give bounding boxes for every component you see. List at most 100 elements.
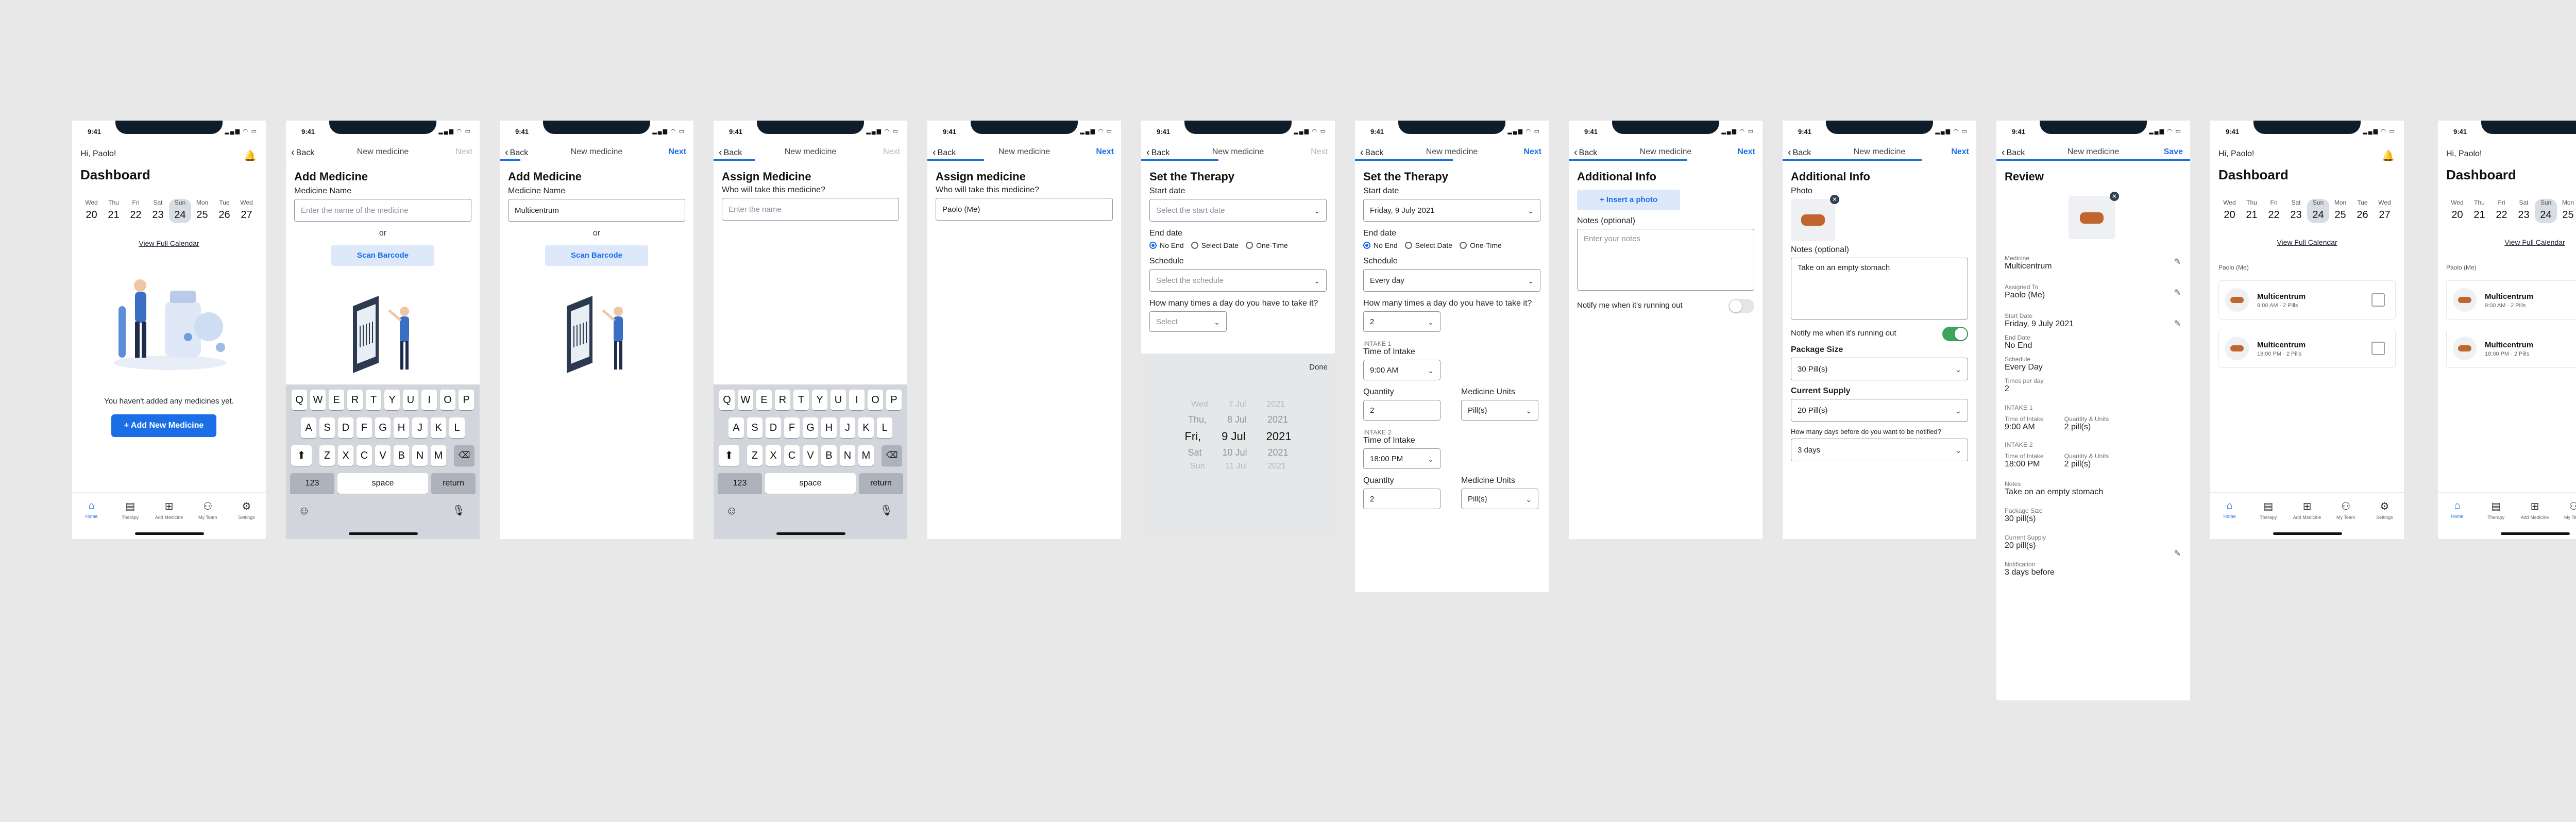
delete-key[interactable]: ⌫ xyxy=(882,445,902,466)
day-cell[interactable]: Fri 22 xyxy=(2490,199,2513,223)
day-cell[interactable]: Wed 20 xyxy=(2446,199,2468,223)
schedule-select[interactable]: Every day ⌄ xyxy=(1363,269,1540,292)
delete-key[interactable]: ⌫ xyxy=(454,445,474,466)
medicine-card[interactable]: Multicentrum 9:00 AM · 2 Pills xyxy=(2218,280,2396,320)
key[interactable]: K xyxy=(858,417,874,438)
day-cell[interactable]: Thu 21 xyxy=(103,199,125,223)
tab-home[interactable]: ⌂ Home xyxy=(2210,500,2249,520)
tab-home[interactable]: ⌂ Home xyxy=(2438,500,2477,520)
current-supply-select[interactable]: 20 Pill(s) ⌄ xyxy=(1791,399,1968,422)
key[interactable]: G xyxy=(375,417,391,438)
numbers-key[interactable]: 123 xyxy=(718,473,762,494)
next-button[interactable]: Next xyxy=(883,147,900,157)
tab-settings[interactable]: ⚙ Settings xyxy=(227,500,266,520)
assignee-input[interactable]: Paolo (Me) xyxy=(936,198,1113,221)
day-cell-selected[interactable]: Sun 24 xyxy=(169,199,191,223)
space-key[interactable]: space xyxy=(765,473,856,494)
tab-add-medicine[interactable]: ⊞ Add Medicine xyxy=(2287,500,2326,520)
radio-select-date[interactable]: Select Date xyxy=(1404,241,1452,249)
key[interactable]: O xyxy=(868,390,883,410)
key[interactable]: B xyxy=(394,445,409,466)
radio-select-date[interactable]: Select Date xyxy=(1191,241,1239,249)
tab-my-team[interactable]: ⚇ My Team xyxy=(2327,500,2365,520)
notify-toggle[interactable] xyxy=(1942,327,1968,341)
medicine-photo[interactable]: ✕ xyxy=(1791,195,1839,241)
radio-no-end[interactable]: No End xyxy=(1363,241,1398,249)
key[interactable]: Y xyxy=(812,390,827,410)
day-cell[interactable]: Thu 21 xyxy=(2468,199,2490,223)
medicine-card[interactable]: Multicentrum9:00 AM · 2 Pills✓ xyxy=(2446,280,2576,320)
key[interactable]: Z xyxy=(319,445,335,466)
intake-2-time[interactable]: 18:00 PM ⌄ xyxy=(1363,448,1440,469)
key[interactable]: L xyxy=(877,417,892,438)
units-select[interactable]: Pill(s) ⌄ xyxy=(1461,400,1538,421)
key[interactable]: L xyxy=(449,417,465,438)
medicine-name-input[interactable]: Multicentrum xyxy=(508,199,685,222)
day-cell[interactable]: Wed 27 xyxy=(235,199,258,223)
medicine-card[interactable]: Multicentrum 18:00 PM · 2 Pills xyxy=(2218,329,2396,368)
radio-no-end[interactable]: No End xyxy=(1149,241,1184,249)
start-date-select[interactable]: Friday, 9 July 2021 ⌄ xyxy=(1363,199,1540,222)
intake-1-time[interactable]: 9:00 AM ⌄ xyxy=(1363,360,1440,380)
taken-checkbox[interactable] xyxy=(2371,342,2385,355)
start-date-select[interactable]: Select the start date ⌄ xyxy=(1149,199,1327,222)
day-cell[interactable]: Wed 27 xyxy=(2374,199,2396,223)
shift-key[interactable]: ⬆ xyxy=(719,445,739,466)
schedule-select[interactable]: Select the schedule ⌄ xyxy=(1149,269,1327,292)
day-cell[interactable]: Fri 22 xyxy=(125,199,147,223)
save-button[interactable]: Save xyxy=(2164,147,2183,157)
mic-icon[interactable]: 🎙 xyxy=(452,504,465,517)
key[interactable]: Z xyxy=(747,445,762,466)
key[interactable]: U xyxy=(831,390,846,410)
done-button[interactable]: Done xyxy=(1309,363,1328,372)
day-cell[interactable]: Fri 22 xyxy=(2263,199,2285,223)
key[interactable]: M xyxy=(858,445,874,466)
day-cell[interactable]: Mon 25 xyxy=(191,199,213,223)
key[interactable]: S xyxy=(747,417,762,438)
times-select[interactable]: Select ⌄ xyxy=(1149,311,1227,332)
key[interactable]: Q xyxy=(292,390,307,410)
tab-settings[interactable]: ⚙ Settings xyxy=(2365,500,2404,520)
key[interactable]: T xyxy=(793,390,809,410)
quantity-input[interactable]: 2 xyxy=(1363,489,1440,509)
key[interactable]: D xyxy=(766,417,781,438)
key[interactable]: N xyxy=(840,445,855,466)
units-select[interactable]: Pill(s) ⌄ xyxy=(1461,489,1538,509)
key[interactable]: I xyxy=(849,390,865,410)
insert-photo-button[interactable]: + Insert a photo xyxy=(1577,190,1680,210)
key[interactable]: Y xyxy=(384,390,400,410)
key[interactable]: E xyxy=(329,390,344,410)
day-cell[interactable]: Sat 23 xyxy=(147,199,169,223)
scan-barcode-button[interactable]: Scan Barcode xyxy=(545,245,648,266)
key[interactable]: H xyxy=(394,417,409,438)
medicine-card[interactable]: Multicentrum 18:00 PM · 2 Pills xyxy=(2446,329,2576,368)
key[interactable]: Q xyxy=(719,390,735,410)
notify-toggle[interactable] xyxy=(1728,299,1754,313)
next-button[interactable]: Next xyxy=(455,147,472,157)
key[interactable]: J xyxy=(840,417,855,438)
tab-my-team[interactable]: ⚇ My Team xyxy=(189,500,227,520)
day-cell-selected[interactable]: Sun 24 xyxy=(2535,199,2557,223)
key[interactable]: A xyxy=(301,417,316,438)
numbers-key[interactable]: 123 xyxy=(290,473,334,494)
key[interactable]: W xyxy=(738,390,753,410)
key[interactable]: D xyxy=(338,417,353,438)
day-cell[interactable]: Wed 20 xyxy=(2218,199,2241,223)
key[interactable]: G xyxy=(803,417,818,438)
times-select[interactable]: 2 ⌄ xyxy=(1363,311,1440,332)
next-button[interactable]: Next xyxy=(1096,147,1114,157)
key[interactable]: R xyxy=(775,390,790,410)
notify-days-select[interactable]: 3 days ⌄ xyxy=(1791,439,1968,461)
tab-therapy[interactable]: ▤ Therapy xyxy=(111,500,149,520)
edit-notes-icon[interactable]: ✎ xyxy=(2174,548,2181,559)
tab-my-team[interactable]: ⚇ My Team xyxy=(2554,500,2576,520)
date-picker[interactable]: Done Wed 7 Jul 2021 Thu, 8 Jul 2021 Fri, 9 Ju… xyxy=(1141,354,1335,539)
next-button[interactable]: Next xyxy=(668,147,686,157)
emoji-icon[interactable]: ☺ xyxy=(726,504,737,517)
day-cell[interactable]: Sat 23 xyxy=(2285,199,2307,223)
tab-home[interactable]: ⌂ Home xyxy=(72,500,111,520)
bell-icon[interactable]: 🔔 xyxy=(244,149,257,162)
day-cell[interactable]: Mon 25 xyxy=(2329,199,2351,223)
edit-medicine-icon[interactable]: ✎ xyxy=(2174,257,2181,267)
day-cell[interactable]: Tue 26 xyxy=(213,199,235,223)
